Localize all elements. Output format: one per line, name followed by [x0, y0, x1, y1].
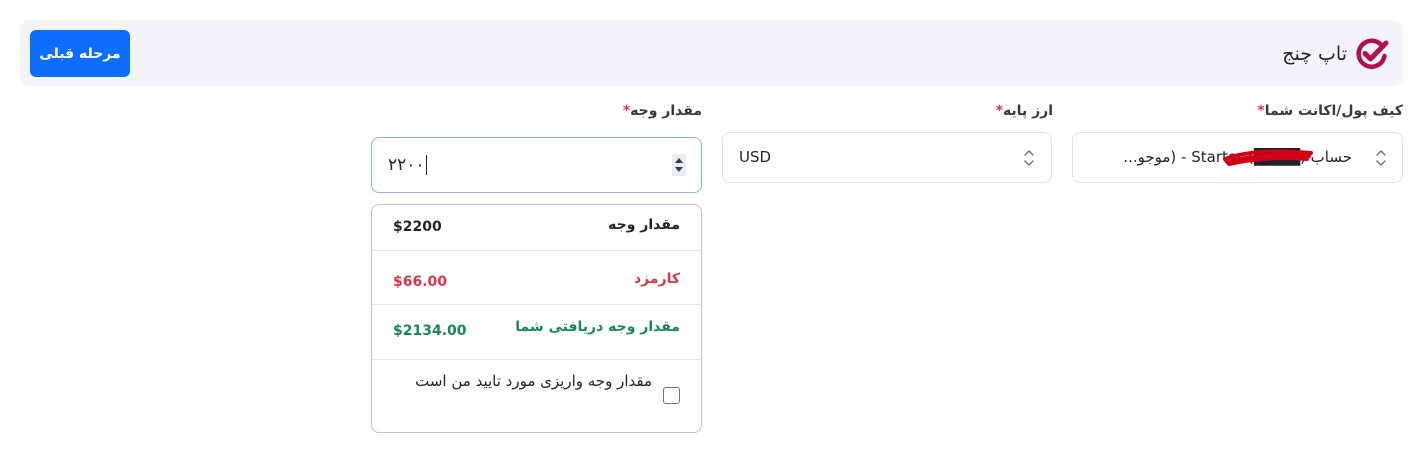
wallet-field-label: کیف پول/اکانت شما* — [1257, 103, 1403, 119]
summary-row-amount: مقدار وجه $2200 — [372, 205, 701, 251]
amount-summary-card: مقدار وجه $2200 کارمزد $66.00 مقدار وجه … — [371, 204, 702, 433]
required-mark: * — [1257, 103, 1265, 119]
confirm-amount-checkbox[interactable] — [663, 387, 680, 404]
required-mark: * — [995, 103, 1003, 119]
amount-summary-value: $2200 — [393, 219, 442, 235]
amount-input[interactable]: ۲۲۰۰ — [371, 137, 702, 193]
amount-summary-label: مقدار وجه — [608, 217, 680, 233]
amount-field-label: مقدار وجه* — [623, 103, 702, 119]
fee-value: $66.00 — [393, 274, 448, 290]
base-currency-field-label: ارز پایه* — [996, 103, 1053, 119]
brand-name: تاپ چنج — [1282, 43, 1347, 65]
summary-row-fee: کارمزد $66.00 — [372, 250, 701, 305]
amount-input-value: ۲۲۰۰ — [388, 138, 427, 192]
base-currency-label-text: ارز پایه — [1002, 103, 1053, 119]
wallet-label-text: کیف پول/اکانت شما — [1264, 103, 1403, 119]
base-currency-select[interactable]: USD — [722, 132, 1052, 183]
header-bar: مرحله قبلی تاپ چنج — [20, 20, 1403, 86]
fee-label: کارمزد — [633, 271, 680, 287]
chevron-up-down-icon — [1024, 150, 1034, 166]
page: مرحله قبلی تاپ چنج کیف پول/اکانت شما* حس… — [0, 0, 1410, 452]
amount-label-text: مقدار وجه — [630, 103, 702, 119]
chevron-up-down-icon — [1376, 150, 1386, 166]
previous-step-button[interactable]: مرحله قبلی — [30, 30, 130, 77]
redaction-scribble — [1223, 149, 1313, 166]
amount-input-text: ۲۲۰۰ — [388, 155, 425, 175]
wallet-select[interactable]: حساب (████) Starter - (موجو... — [1072, 132, 1403, 183]
number-spinner-icon[interactable] — [672, 154, 686, 176]
summary-row-received: مقدار وجه دریافتی شما $2134.00 — [372, 304, 701, 360]
confirm-amount-label[interactable]: مقدار وجه واریزی مورد تایید من است — [412, 369, 652, 394]
base-currency-select-value: USD — [739, 148, 772, 166]
received-amount-value: $2134.00 — [393, 323, 467, 339]
text-caret — [425, 155, 427, 175]
topchange-logo-icon — [1356, 38, 1389, 69]
received-amount-label: مقدار وجه دریافتی شما — [515, 319, 680, 335]
brand: تاپ چنج — [1282, 37, 1389, 71]
